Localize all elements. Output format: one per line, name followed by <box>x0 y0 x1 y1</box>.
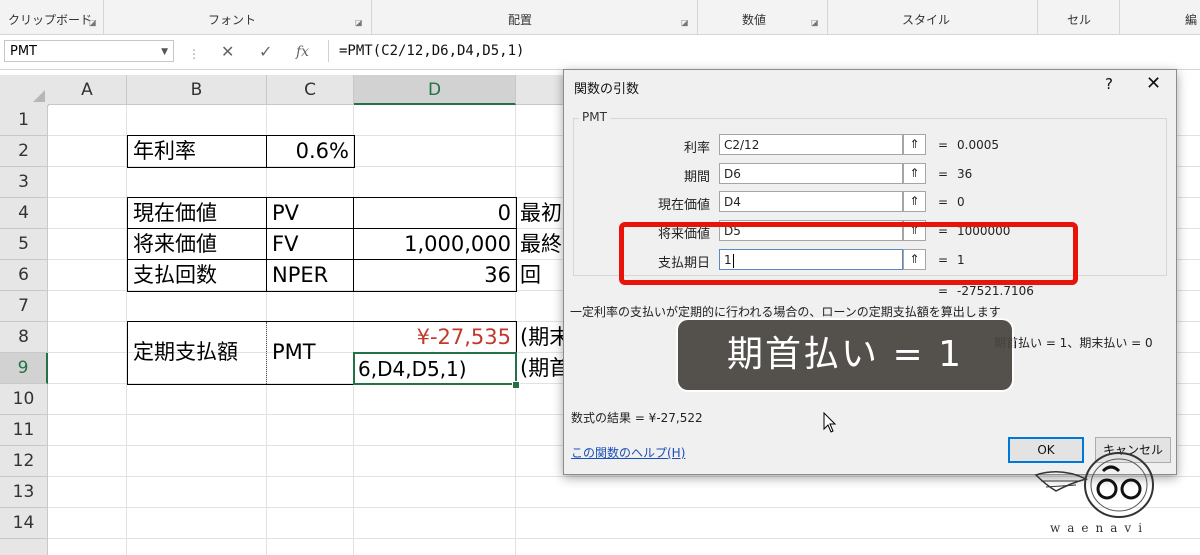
ribbon-group-editing[interactable]: 編 <box>1119 0 1200 34</box>
cell-c6[interactable]: NPER <box>272 260 328 291</box>
arg-input-rate[interactable]: C2/12 <box>719 134 903 155</box>
formula-input[interactable]: =PMT(C2/12,D6,D4,D5,1) <box>328 40 524 62</box>
row-header-8[interactable]: 8 <box>0 322 48 353</box>
cell-e6[interactable]: 回 <box>520 260 541 291</box>
row-header-5[interactable]: 5 <box>0 229 48 260</box>
caption-overlay: 期首払い = 1 <box>678 320 1012 390</box>
name-box-value: PMT <box>10 44 37 59</box>
formula-result: 数式の結果 = ¥-27,522 <box>571 411 703 425</box>
dialog-launcher-icon[interactable]: ◪ <box>355 18 363 27</box>
ribbon-group-label: フォント <box>208 13 257 27</box>
row-header-14[interactable]: 14 <box>0 508 48 539</box>
cell-d8[interactable]: ¥-27,535 <box>354 322 511 353</box>
cancel-icon[interactable]: ✕ <box>221 42 234 61</box>
equals-sign: = <box>938 195 949 209</box>
fill-handle[interactable] <box>512 381 520 389</box>
enter-icon[interactable]: ✓ <box>259 42 272 61</box>
ribbon-group-label: スタイル <box>902 13 951 27</box>
column-header-b[interactable]: B <box>127 75 267 105</box>
ribbon-group-alignment[interactable]: 配置 ◪ <box>371 0 698 34</box>
collapse-dialog-icon[interactable]: ⇑ <box>903 163 926 184</box>
formula-bar-grip[interactable]: ⋮ <box>188 47 200 61</box>
equals-sign: = <box>938 284 949 298</box>
cell-c2[interactable]: 0.6% <box>267 136 349 167</box>
active-cell-d9[interactable]: 6,D4,D5,1) <box>353 352 517 385</box>
column-header-d[interactable]: D <box>354 75 516 105</box>
cell-e5[interactable]: 最終 <box>520 229 562 260</box>
arg-label-pv: 現在価値 <box>657 198 710 213</box>
cell-d6[interactable]: 36 <box>354 260 511 291</box>
row-header-11[interactable]: 11 <box>0 415 48 446</box>
arg-label-rate: 利率 <box>683 141 710 156</box>
row-header-13[interactable]: 13 <box>0 477 48 508</box>
cell-b2[interactable]: 年利率 <box>133 136 196 167</box>
row-header-6[interactable]: 6 <box>0 260 48 291</box>
cell-c5[interactable]: FV <box>272 229 298 260</box>
collapse-dialog-icon[interactable]: ⇑ <box>903 134 926 155</box>
cell-c4[interactable]: PV <box>272 198 299 229</box>
column-header-c[interactable]: C <box>267 75 354 105</box>
cell-b4[interactable]: 現在価値 <box>133 198 217 229</box>
chevron-down-icon[interactable]: ▼ <box>161 41 168 63</box>
select-all-button[interactable] <box>0 75 49 106</box>
ribbon-group-styles[interactable]: スタイル <box>827 0 1038 34</box>
column-header-a[interactable]: A <box>48 75 127 105</box>
row-header-2[interactable]: 2 <box>0 136 48 167</box>
function-description: 一定利率の支払いが定期的に行われる場合の、ローンの定期支払額を算出します <box>570 305 1001 319</box>
ribbon-group-font[interactable]: フォント ◪ <box>103 0 372 34</box>
cell-c8[interactable]: PMT <box>272 337 316 368</box>
close-icon[interactable]: ✕ <box>1146 73 1161 94</box>
cell-d9-editing: 6,D4,D5,1) <box>358 357 467 381</box>
row-header-3[interactable]: 3 <box>0 167 48 198</box>
ribbon-group-clipboard[interactable]: クリップボード ◪ <box>0 0 104 34</box>
arg-input-pv[interactable]: D4 <box>719 191 903 212</box>
row-header-1[interactable]: 1 <box>0 105 48 136</box>
ribbon-group-number[interactable]: 数値 ◪ <box>697 0 828 34</box>
help-icon[interactable]: ? <box>1105 75 1113 93</box>
highlight-box <box>619 222 1078 285</box>
watermark-text: waenavi <box>1050 521 1150 535</box>
row-header-4[interactable]: 4 <box>0 198 48 229</box>
equals-sign: = <box>938 167 949 181</box>
insert-function-icon[interactable]: fx <box>296 44 309 60</box>
equals-sign: = <box>938 138 949 152</box>
cell-b5[interactable]: 将来価値 <box>133 229 217 260</box>
ribbon-group-label: 数値 <box>742 13 767 27</box>
mouse-cursor-icon <box>823 412 837 433</box>
name-box[interactable]: PMT ▼ <box>4 40 174 62</box>
ribbon-group-cells[interactable]: セル <box>1037 0 1120 34</box>
ribbon-group-label: セル <box>1067 13 1092 27</box>
collapse-dialog-icon[interactable]: ⇑ <box>903 191 926 212</box>
row-header-10[interactable]: 10 <box>0 384 48 415</box>
cell-e4[interactable]: 最初 <box>520 198 562 229</box>
ribbon-group-label: 編 <box>1185 13 1198 27</box>
row-header-12[interactable]: 12 <box>0 446 48 477</box>
cell-d5[interactable]: 1,000,000 <box>354 229 511 260</box>
formula-bar: PMT ▼ ⋮ ✕ ✓ fx =PMT(C2/12,D6,D4,D5,1) <box>0 35 1200 70</box>
ribbon-group-label: 配置 <box>508 13 533 27</box>
arg-value-nper: 36 <box>957 167 973 181</box>
formula-value: -27521.7106 <box>957 284 1034 298</box>
column-header-e[interactable] <box>516 75 563 105</box>
arg-value-rate: 0.0005 <box>957 138 999 152</box>
argument-description: 期首払い = 1、期末払い = 0 <box>994 336 1153 350</box>
row-header-9[interactable]: 9 <box>0 353 48 384</box>
dialog-launcher-icon[interactable]: ◪ <box>811 18 819 27</box>
ribbon: クリップボード ◪ フォント ◪ 配置 ◪ 数値 ◪ スタイル セル 編 <box>0 0 1200 35</box>
arg-value-pv: 0 <box>957 195 965 209</box>
cell-b6[interactable]: 支払回数 <box>133 260 217 291</box>
row-header-7[interactable]: 7 <box>0 291 48 322</box>
function-help-link[interactable]: この関数のヘルプ(H) <box>571 444 685 461</box>
cell-b8[interactable]: 定期支払額 <box>133 337 238 368</box>
watermark-logo-icon <box>1034 452 1154 518</box>
dialog-launcher-icon[interactable]: ◪ <box>681 18 689 27</box>
arg-input-nper[interactable]: D6 <box>719 163 903 184</box>
arg-label-nper: 期間 <box>683 170 710 185</box>
ribbon-group-label: クリップボード <box>8 13 93 27</box>
function-name-label: PMT <box>579 110 610 124</box>
row-header-15[interactable] <box>0 539 48 555</box>
dialog-title: 関数の引数 <box>574 82 640 97</box>
cell-d4[interactable]: 0 <box>354 198 511 229</box>
dialog-launcher-icon[interactable]: ◪ <box>89 18 97 27</box>
